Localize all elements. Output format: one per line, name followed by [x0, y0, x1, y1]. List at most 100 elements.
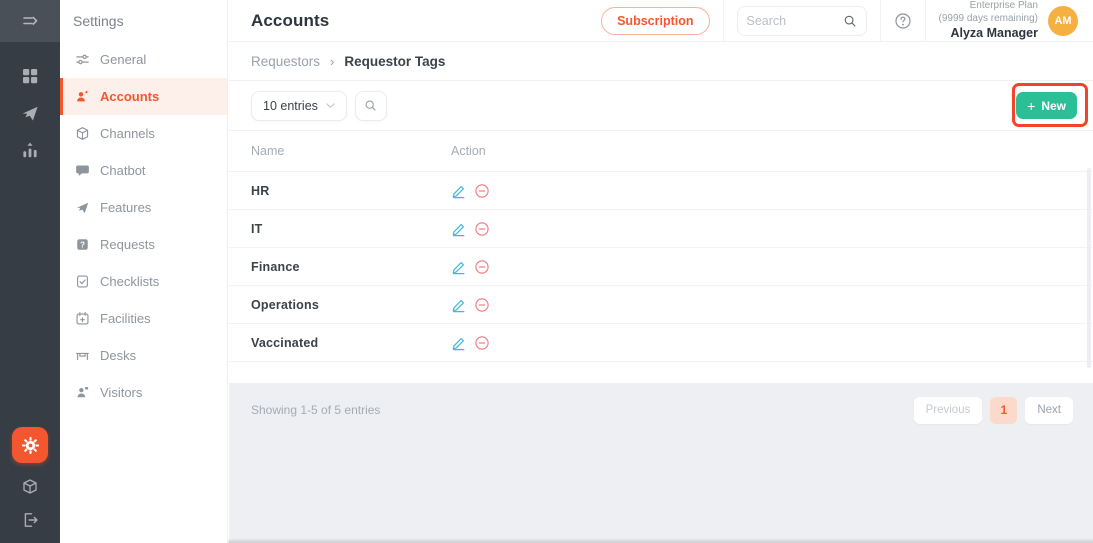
sidebar-item-channels[interactable]: Channels: [60, 115, 227, 152]
user-name: Alyza Manager: [950, 26, 1038, 41]
sidebar-item-label: Features: [100, 200, 152, 215]
scrollbar[interactable]: [1087, 168, 1091, 368]
sliders-icon: [75, 52, 90, 67]
visitor-icon: [75, 385, 90, 400]
megaphone-icon: [75, 200, 90, 215]
remove-icon[interactable]: [474, 335, 490, 351]
entries-select[interactable]: 10 entries: [251, 90, 347, 121]
chevron-right-icon: ›: [330, 53, 335, 69]
sidebar-item-label: Visitors: [100, 385, 143, 400]
header-divider: [924, 0, 926, 41]
help-icon[interactable]: [894, 12, 912, 30]
settings-panel-title: Settings: [73, 13, 124, 29]
sidebar-item-accounts[interactable]: Accounts: [60, 78, 227, 115]
app-rail: [0, 0, 60, 543]
sidebar-item-general[interactable]: General: [60, 41, 227, 78]
search-box: [736, 5, 867, 36]
table-bottom-gap: [229, 362, 1093, 383]
integrations-cube-icon[interactable]: [21, 478, 39, 496]
collapse-sidebar-icon[interactable]: [0, 0, 60, 42]
search-icon[interactable]: [843, 14, 857, 28]
remove-icon[interactable]: [474, 259, 490, 275]
table-row: IT: [229, 210, 1093, 248]
sidebar-item-chatbot[interactable]: Chatbot: [60, 152, 227, 189]
tag-name-cell: IT: [251, 221, 263, 236]
header-divider: [722, 0, 724, 41]
settings-gear-icon[interactable]: [12, 427, 48, 463]
avatar[interactable]: AM: [1048, 5, 1078, 36]
plan-days-remaining: (9999 days remaining): [938, 13, 1039, 25]
analytics-icon[interactable]: [20, 140, 40, 160]
table-body: HR IT Finance Operations Vaccinated: [229, 172, 1093, 362]
main-content: Accounts Subscription Search Enterprise …: [229, 0, 1093, 543]
announcements-icon[interactable]: [20, 103, 40, 123]
cube-icon: [75, 126, 90, 141]
sidebar-item-desks[interactable]: Desks: [60, 337, 227, 374]
table-row: Vaccinated: [229, 324, 1093, 362]
subscription-button[interactable]: Subscription: [601, 6, 710, 35]
edit-icon[interactable]: [451, 335, 467, 351]
plus-icon: +: [1027, 97, 1036, 114]
sidebar-item-requests[interactable]: ? Requests: [60, 226, 227, 263]
header-divider: [879, 0, 881, 41]
remove-icon[interactable]: [474, 221, 490, 237]
plan-info: Enterprise Plan (9999 days remaining) Al…: [939, 0, 1039, 42]
page-title: Accounts: [251, 10, 330, 30]
chevron-down-icon: [326, 103, 335, 108]
table-search-button[interactable]: [354, 90, 387, 121]
breadcrumb-current: Requestor Tags: [344, 53, 446, 69]
table-toolbar: 10 entries + New: [229, 81, 1093, 131]
breadcrumb-parent[interactable]: Requestors: [251, 54, 320, 69]
table-row: Finance: [229, 248, 1093, 286]
sidebar-item-facilities[interactable]: Facilities: [60, 300, 227, 337]
edit-icon[interactable]: [451, 297, 467, 313]
search-input[interactable]: [746, 13, 839, 28]
svg-text:?: ?: [80, 240, 85, 249]
dashboard-icon[interactable]: [20, 66, 40, 86]
chat-icon: [75, 163, 90, 178]
breadcrumb: Requestors › Requestor Tags: [229, 42, 1093, 81]
sidebar-item-label: General: [100, 52, 147, 67]
desk-icon: [75, 348, 90, 363]
logout-icon[interactable]: [21, 511, 39, 529]
entries-select-value: 10 entries: [263, 98, 318, 113]
question-icon: ?: [75, 237, 90, 252]
checklist-icon: [75, 274, 90, 289]
edit-icon[interactable]: [451, 259, 467, 275]
tag-name-cell: Operations: [251, 297, 319, 312]
app-window: Settings General Accounts Channels Chatb…: [0, 0, 1093, 543]
edit-icon[interactable]: [451, 221, 467, 237]
tag-name-cell: HR: [251, 183, 270, 198]
calendar-icon: [75, 311, 90, 326]
remove-icon[interactable]: [474, 297, 490, 313]
users-icon: [75, 89, 90, 104]
showing-entries-text: Showing 1-5 of 5 entries: [251, 403, 381, 417]
sidebar-item-label: Accounts: [100, 89, 160, 104]
previous-page-button[interactable]: Previous: [913, 396, 983, 424]
current-page-button[interactable]: 1: [990, 396, 1018, 424]
sidebar-item-label: Facilities: [100, 311, 151, 326]
sidebar-item-label: Checklists: [100, 274, 160, 289]
column-header-action: Action: [451, 144, 486, 158]
settings-nav-items: General Accounts Channels Chatbot Featur…: [60, 41, 227, 411]
top-header: Accounts Subscription Search Enterprise …: [229, 0, 1093, 42]
sidebar-item-label: Requests: [100, 237, 155, 252]
sidebar-item-visitors[interactable]: Visitors: [60, 374, 227, 411]
column-header-name: Name: [251, 144, 285, 158]
tag-name-cell: Vaccinated: [251, 335, 319, 350]
page-footer: Showing 1-5 of 5 entries Previous 1 Next: [229, 383, 1093, 543]
sidebar-item-checklists[interactable]: Checklists: [60, 263, 227, 300]
table-row: Operations: [229, 286, 1093, 324]
new-button-label: New: [1041, 98, 1066, 113]
sidebar-item-features[interactable]: Features: [60, 189, 227, 226]
table-row: HR: [229, 172, 1093, 210]
table-header-row: Name Action: [229, 131, 1093, 172]
next-page-button[interactable]: Next: [1025, 396, 1073, 424]
sidebar-item-label: Channels: [100, 126, 155, 141]
edit-icon[interactable]: [451, 183, 467, 199]
remove-icon[interactable]: [474, 183, 490, 199]
sidebar-item-label: Chatbot: [100, 163, 146, 178]
new-button[interactable]: + New: [1016, 92, 1077, 119]
tag-name-cell: Finance: [251, 259, 300, 274]
plan-name: Enterprise Plan: [969, 0, 1038, 12]
